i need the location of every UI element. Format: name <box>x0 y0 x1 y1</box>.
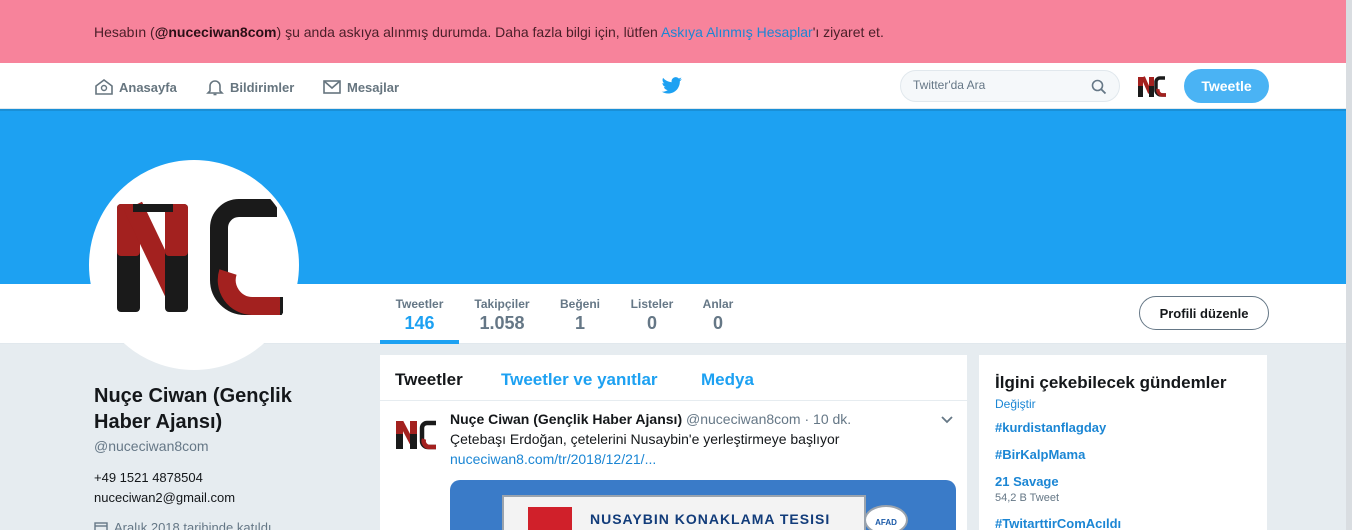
chevron-down-icon[interactable] <box>940 415 954 425</box>
tab-media[interactable]: Medya <box>701 370 754 390</box>
trends-title: İlgini çekebilecek gündemler <box>995 373 1227 392</box>
tweet-item[interactable]: Nuçe Ciwan (Gençlik Haber Ajansı) @nucec… <box>380 401 967 530</box>
media-sign: NUSAYBIN KONAKLAMA TESISI AFAD <box>502 495 908 530</box>
stat-tweets-label: Tweetler <box>395 297 444 311</box>
trend-item[interactable]: #kurdistanflagday <box>995 420 1106 435</box>
profile-phone: +49 1521 4878504 <box>94 470 203 485</box>
nav-home-label: Anasayfa <box>119 79 177 95</box>
tweet-button[interactable]: Tweetle <box>1184 69 1269 103</box>
timeline-tabs: Tweetler Tweetler ve yanıtlar Medya <box>380 355 967 401</box>
tweet-header: Nuçe Ciwan (Gençlik Haber Ajansı) @nucec… <box>450 411 851 427</box>
tab-tweets-replies[interactable]: Tweetler ve yanıtlar <box>501 370 658 390</box>
stat-tweets[interactable]: Tweetler 146 <box>380 297 459 334</box>
stat-followers-value: 1.058 <box>479 313 525 333</box>
user-avatar[interactable] <box>1136 73 1168 101</box>
stat-lists[interactable]: Listeler 0 <box>625 297 679 334</box>
bell-icon <box>206 80 224 96</box>
nav-messages[interactable]: Mesajlar <box>322 78 399 96</box>
nav-notifications[interactable]: Bildirimler <box>205 78 294 96</box>
nc-logo <box>117 199 283 315</box>
stat-followers-label: Takipçiler <box>474 297 530 311</box>
tweet-link[interactable]: nuceciwan8.com/tr/2018/12/21/... <box>450 451 656 467</box>
profile-name: Nuçe Ciwan (Gençlik Haber Ajansı) <box>94 385 292 433</box>
profile-email: nuceciwan2@gmail.com <box>94 490 236 505</box>
suspension-alert: Hesabın (@nuceciwan8com) şu anda askıya … <box>0 0 1352 63</box>
profile-joined: Aralık 2018 tarihinde katıldı <box>94 520 272 530</box>
nav-messages-label: Mesajlar <box>347 79 400 95</box>
search-box[interactable] <box>900 70 1120 102</box>
tab-tweets[interactable]: Tweetler <box>395 370 463 390</box>
stat-lists-label: Listeler <box>630 297 674 311</box>
timeline: Tweetler Tweetler ve yanıtlar Medya Nuçe… <box>380 355 967 530</box>
stat-lists-value: 0 <box>646 313 657 333</box>
twitter-bird-icon[interactable] <box>661 77 683 95</box>
stat-followers[interactable]: Takipçiler 1.058 <box>468 297 536 334</box>
profile-handle: @nuceciwan8com <box>94 438 209 454</box>
trend-item[interactable]: #BirKalpMama <box>995 447 1085 462</box>
tweet-time[interactable]: · 10 dk. <box>805 411 852 427</box>
suspended-accounts-link[interactable]: Askıya Alınmış Hesaplar <box>661 24 813 40</box>
tweet-media[interactable]: NUSAYBIN KONAKLAMA TESISI AFAD <box>450 480 956 530</box>
tweet-author-handle[interactable]: @nuceciwan8com <box>686 411 801 427</box>
trend-item[interactable]: 21 Savage <box>995 474 1059 489</box>
profile-avatar[interactable] <box>89 160 299 370</box>
alert-account: @nuceciwan8com <box>154 24 277 40</box>
search-input[interactable] <box>913 78 1083 92</box>
stat-tweets-value: 146 <box>404 313 435 333</box>
media-sign-text: NUSAYBIN KONAKLAMA TESISI <box>590 511 831 527</box>
nav-notifications-label: Bildirimler <box>230 79 295 95</box>
envelope-icon <box>323 80 341 94</box>
trend-meta: 54,2 B Tweet <box>995 492 1060 504</box>
stat-moments-value: 0 <box>712 313 723 333</box>
tweet-author-name[interactable]: Nuçe Ciwan (Gençlik Haber Ajansı) <box>450 411 682 427</box>
afad-logo: AFAD <box>864 505 908 530</box>
active-stat-underline <box>380 340 459 344</box>
search-icon[interactable] <box>1091 79 1107 95</box>
trends-change-link[interactable]: Değiştir <box>995 397 1036 411</box>
tweet-avatar[interactable] <box>394 415 438 455</box>
home-icon <box>95 79 113 95</box>
alert-message: Hesabın (@nuceciwan8com) şu anda askıya … <box>94 24 884 40</box>
calendar-icon <box>94 521 108 530</box>
stat-likes-value: 1 <box>574 313 585 333</box>
top-navigation: Anasayfa Bildirimler Mesajlar Tweetle <box>0 63 1346 109</box>
stat-likes-label: Beğeni <box>559 297 600 311</box>
stat-moments[interactable]: Anlar 0 <box>695 297 741 334</box>
nav-home[interactable]: Anasayfa <box>94 78 177 96</box>
flag-image <box>528 507 572 530</box>
profile-joined-text: Aralık 2018 tarihinde katıldı <box>114 520 272 530</box>
tweet-text: Çetebaşı Erdoğan, çetelerini Nusaybin'e … <box>450 431 840 447</box>
stat-likes[interactable]: Beğeni 1 <box>553 297 607 334</box>
trends-panel: İlgini çekebilecek gündemler Değiştir #k… <box>979 355 1267 530</box>
scrollbar[interactable] <box>1346 0 1352 530</box>
stat-moments-label: Anlar <box>702 297 734 311</box>
edit-profile-button[interactable]: Profili düzenle <box>1139 296 1269 330</box>
trend-item[interactable]: #TwitarttirComAcıldı <box>995 516 1121 530</box>
